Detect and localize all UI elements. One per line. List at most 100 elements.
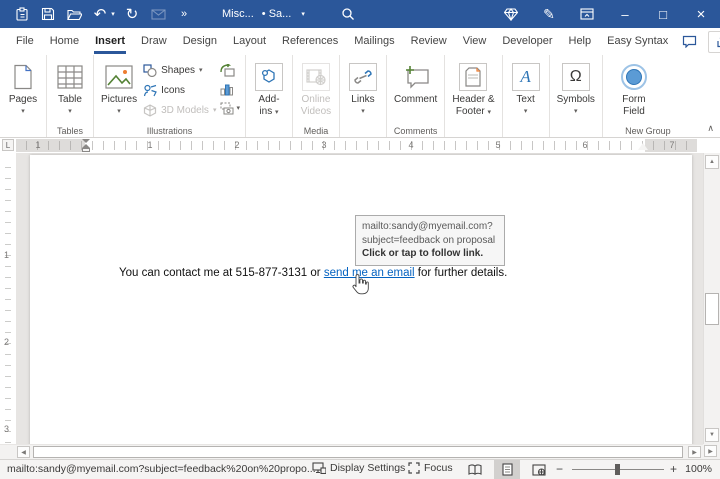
addins-button[interactable]: Add- ins ▾ — [249, 58, 289, 120]
group-label-media: Media — [293, 126, 339, 136]
display-settings-icon — [312, 462, 326, 474]
share-icon[interactable]: ▾ — [708, 31, 720, 53]
group-label-illustrations: Illustrations — [94, 126, 245, 136]
tab-selector[interactable]: L — [2, 139, 14, 151]
focus-button[interactable]: Focus — [408, 462, 453, 474]
read-mode-button[interactable] — [462, 460, 488, 479]
horizontal-ruler-row: L 1 1 2 3 4 5 6 7 — [0, 138, 703, 153]
ribbon-display-options-icon[interactable] — [568, 0, 606, 28]
collapse-ribbon-icon[interactable]: ∧ — [707, 123, 714, 134]
group-text: A Text ▾ — [503, 55, 550, 137]
ruler-number: 2 — [234, 139, 239, 152]
word-window: ↶ ▾ ↻ » Misc... • Sa... ▾ ✎ – □ × — [0, 0, 720, 479]
tab-layout[interactable]: Layout — [225, 28, 274, 55]
vertical-ruler[interactable]: 1 2 3 — [0, 153, 16, 444]
scroll-left-icon[interactable]: ◀ — [17, 446, 30, 458]
display-settings-button[interactable]: Display Settings — [312, 462, 405, 474]
undo-dropdown-icon[interactable]: ▾ — [108, 2, 118, 26]
qat-overflow-icon[interactable]: » — [172, 2, 196, 26]
gem-icon[interactable] — [492, 0, 530, 28]
addins-icon — [255, 63, 283, 91]
group-links: Links ▾ — [340, 55, 387, 137]
scroll-right-icon[interactable]: ▶ — [688, 446, 701, 458]
3d-models-chevron-icon: ▾ — [213, 107, 217, 114]
tab-design[interactable]: Design — [175, 28, 225, 55]
zoom-level[interactable]: 100% — [685, 463, 712, 475]
text-button[interactable]: A Text ▾ — [506, 58, 546, 117]
document-title[interactable]: Misc... • Sa... ▾ — [222, 8, 305, 20]
titlebar-right-controls: ✎ – □ × — [492, 0, 720, 28]
tab-view[interactable]: View — [455, 28, 495, 55]
tab-references[interactable]: References — [274, 28, 346, 55]
document-page[interactable]: mailto:sandy@myemail.com? subject=feedba… — [30, 155, 692, 444]
comment-button[interactable]: Comment — [390, 58, 441, 108]
screenshot-icon[interactable]: ▾ — [220, 101, 240, 116]
read-mode-icon — [468, 464, 482, 475]
save-icon[interactable] — [36, 2, 60, 26]
form-field-icon — [621, 62, 647, 92]
ribbon-tabs: File Home Insert Draw Design Layout Refe… — [0, 28, 720, 55]
ruler-number: 2 — [4, 337, 9, 347]
clipboard-icon[interactable] — [10, 2, 34, 26]
table-button[interactable]: Table ▾ — [50, 58, 90, 117]
scrollbar-corner: ▶ — [703, 444, 720, 459]
tab-home[interactable]: Home — [42, 28, 87, 55]
online-videos-icon — [302, 63, 330, 91]
shapes-button[interactable]: Shapes ▾ — [143, 62, 216, 79]
comment-icon — [403, 62, 429, 92]
maximize-button[interactable]: □ — [644, 0, 682, 28]
zoom-slider-thumb[interactable] — [615, 464, 620, 475]
symbols-icon: Ω — [562, 63, 590, 91]
right-indent-marker[interactable] — [638, 143, 648, 150]
print-layout-button[interactable] — [494, 460, 520, 479]
minimize-button[interactable]: – — [606, 0, 644, 28]
pictures-button[interactable]: Pictures ▾ — [97, 58, 141, 117]
smartart-icon[interactable] — [220, 63, 240, 78]
group-symbols: Ω Symbols ▾ — [550, 55, 603, 137]
email-hyperlink[interactable]: send me an email — [324, 267, 415, 279]
tab-review[interactable]: Review — [403, 28, 455, 55]
screenshot-chevron-icon: ▾ — [236, 105, 240, 112]
zoom-out-button[interactable]: − — [556, 462, 563, 476]
group-media: Online Videos Media — [293, 55, 340, 137]
header-footer-icon — [459, 63, 487, 91]
vertical-scroll-thumb[interactable] — [705, 293, 719, 325]
open-folder-icon[interactable] — [62, 2, 86, 26]
left-indent-marker[interactable] — [82, 139, 90, 152]
tab-draw[interactable]: Draw — [133, 28, 175, 55]
group-label-tables: Tables — [47, 126, 93, 136]
scroll-down-icon[interactable]: ▼ — [705, 428, 719, 442]
vertical-scrollbar[interactable]: ▲ ▼ — [703, 153, 720, 444]
title-filename: Misc... — [222, 8, 254, 20]
tooltip-line-2: subject=feedback on proposal — [362, 234, 498, 248]
search-icon[interactable] — [341, 7, 355, 21]
scroll-right-edge-icon[interactable]: ▶ — [704, 445, 717, 457]
redo-icon[interactable]: ↻ — [120, 2, 144, 26]
horizontal-scroll-thumb[interactable] — [33, 446, 683, 458]
links-button[interactable]: Links ▾ — [343, 58, 383, 117]
chart-icon[interactable] — [220, 82, 240, 97]
tab-help[interactable]: Help — [561, 28, 600, 55]
illustrations-stack: Shapes ▾ Icons 3D Models ▾ — [141, 58, 218, 123]
icons-button[interactable]: Icons — [143, 82, 216, 99]
comments-pane-icon[interactable] — [676, 31, 702, 53]
form-field-button[interactable]: Form Field — [614, 58, 654, 120]
pages-button[interactable]: Pages ▾ — [3, 58, 43, 117]
group-pages: Pages ▾ — [0, 55, 47, 137]
tab-insert[interactable]: Insert — [87, 28, 133, 55]
scroll-up-icon[interactable]: ▲ — [705, 155, 719, 169]
symbols-button[interactable]: Ω Symbols ▾ — [553, 58, 599, 117]
zoom-in-button[interactable]: + — [670, 462, 677, 476]
tab-mailings[interactable]: Mailings — [346, 28, 402, 55]
tab-file[interactable]: File — [8, 28, 42, 55]
horizontal-scrollbar[interactable]: ◀ ▶ — [0, 444, 703, 459]
pages-chevron-icon: ▾ — [21, 108, 25, 115]
web-layout-button[interactable] — [526, 460, 552, 479]
group-new-group: Form Field New Group ∧ — [603, 55, 720, 137]
pen-icon[interactable]: ✎ — [530, 0, 568, 28]
horizontal-ruler[interactable]: 1 1 2 3 4 5 6 7 — [16, 139, 697, 152]
tab-developer[interactable]: Developer — [494, 28, 560, 55]
tab-easy-syntax[interactable]: Easy Syntax — [599, 28, 676, 55]
close-button[interactable]: × — [682, 0, 720, 28]
header-footer-button[interactable]: Header & Footer ▾ — [448, 58, 498, 120]
